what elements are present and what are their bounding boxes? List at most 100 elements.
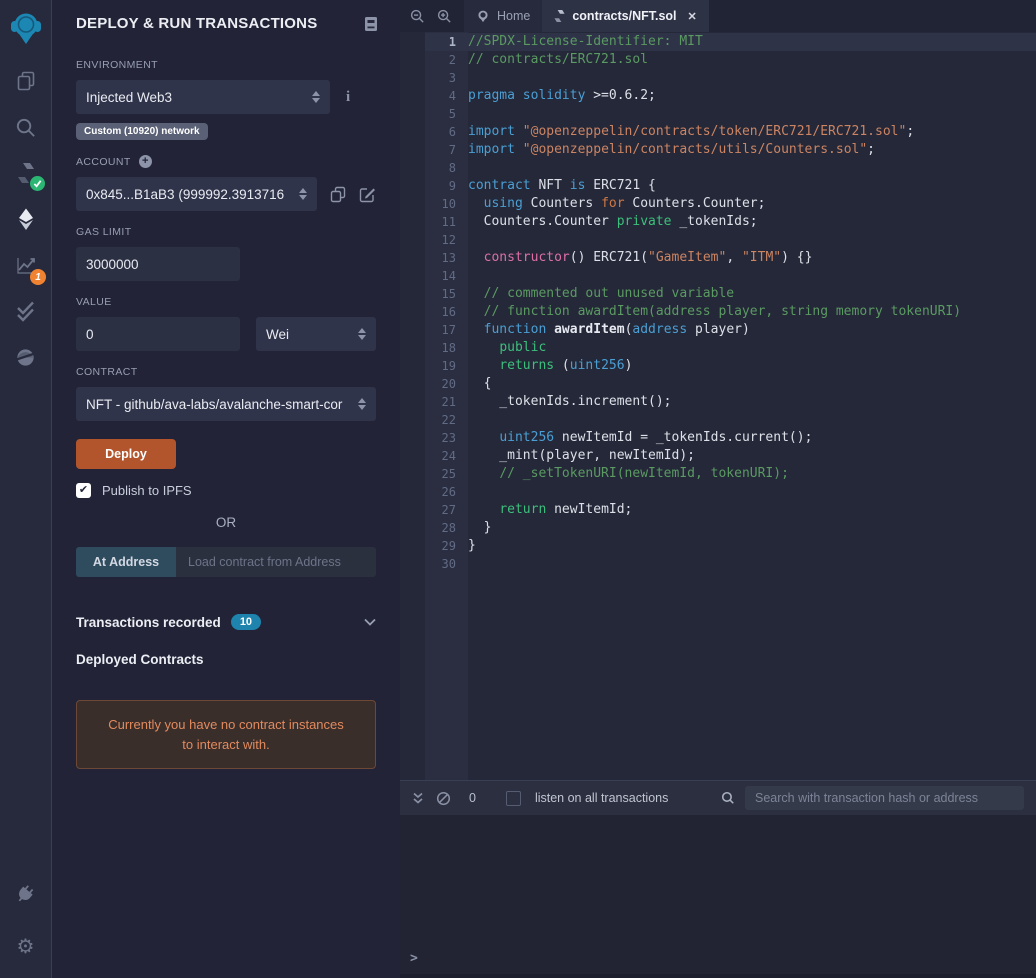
code-line[interactable]: 9 contract NFT is ERC721 { xyxy=(425,177,1036,195)
at-address-row: At Address xyxy=(76,547,376,577)
code-line[interactable]: 13 constructor() ERC721("GameItem", "ITM… xyxy=(425,249,1036,267)
documentation-icon[interactable] xyxy=(364,16,378,32)
code-line[interactable]: 7 import "@openzeppelin/contracts/utils/C… xyxy=(425,141,1036,159)
line-number: 15 xyxy=(441,287,456,301)
solidity-file-icon xyxy=(554,10,565,22)
home-tab-icon xyxy=(478,10,488,23)
value-group: VALUE 0 Wei xyxy=(76,296,376,351)
select-stepper-icon xyxy=(358,328,366,340)
chevron-down-icon[interactable] xyxy=(364,618,376,626)
at-address-button[interactable]: At Address xyxy=(76,547,176,577)
code-line[interactable]: 24 _mint(player, newItemId); xyxy=(425,447,1036,465)
code-line[interactable]: 14 xyxy=(425,267,1036,285)
code-line[interactable]: 16 // function awardItem(address player,… xyxy=(425,303,1036,321)
code-line[interactable]: 12 xyxy=(425,231,1036,249)
select-stepper-icon xyxy=(358,398,366,410)
plugin-circle-icon[interactable] xyxy=(0,334,51,380)
code-line[interactable]: 29} xyxy=(425,537,1036,555)
add-account-icon[interactable]: + xyxy=(138,155,152,168)
file-explorer-icon[interactable] xyxy=(0,58,51,104)
zoom-out-icon[interactable] xyxy=(410,9,425,24)
gas-limit-input[interactable]: 3000000 xyxy=(76,247,240,281)
environment-select[interactable]: Injected Web3 xyxy=(76,80,330,114)
contract-group: CONTRACT NFT - github/ava-labs/avalanche… xyxy=(76,366,376,421)
publish-ipfs-row: Publish to IPFS xyxy=(76,483,376,498)
line-number: 11 xyxy=(441,215,456,229)
expand-terminal-icon[interactable] xyxy=(412,792,424,805)
value-unit-select[interactable]: Wei xyxy=(256,317,376,351)
line-number: 26 xyxy=(441,485,456,499)
code-line[interactable]: 22 xyxy=(425,411,1036,429)
code-lines: 1//SPDX-License-Identifier: MIT 2// contr… xyxy=(425,33,1036,573)
deployed-contracts-heading: Deployed Contracts xyxy=(76,652,204,667)
search-icon[interactable] xyxy=(0,104,51,150)
account-label: ACCOUNT xyxy=(76,155,131,168)
terminal-output[interactable]: > xyxy=(400,815,1036,978)
clear-console-icon[interactable] xyxy=(436,791,451,806)
pending-tx-count: 0 xyxy=(469,791,476,805)
main-column: Home contracts/NFT.sol ✕ 1//SPDX-License… xyxy=(400,0,1036,978)
listen-transactions-checkbox[interactable] xyxy=(505,790,521,806)
at-address-input[interactable] xyxy=(176,547,376,577)
value-amount: 0 xyxy=(86,326,94,342)
line-number: 5 xyxy=(448,107,456,121)
plugin-manager-icon[interactable] xyxy=(0,870,51,916)
code-line[interactable]: 25 // _setTokenURI(newItemId, tokenURI); xyxy=(425,465,1036,483)
code-line[interactable]: 30 xyxy=(425,555,1036,573)
tab-home[interactable]: Home xyxy=(464,0,543,32)
analytics-icon[interactable]: 1 xyxy=(0,242,51,288)
code-line[interactable]: 5 xyxy=(425,105,1036,123)
code-line[interactable]: 21 _tokenIds.increment(); xyxy=(425,393,1036,411)
code-editor[interactable]: 1//SPDX-License-Identifier: MIT 2// contr… xyxy=(400,32,1036,780)
analytics-notification-badge: 1 xyxy=(30,269,46,285)
solidity-compiler-icon[interactable] xyxy=(0,150,51,196)
remix-ide: 1 ⚙ DEPLOY & RUN TRANSACTIONS ENVIRONMEN… xyxy=(0,0,1036,978)
tab-nft-sol[interactable]: contracts/NFT.sol ✕ xyxy=(542,0,709,32)
zoom-in-icon[interactable] xyxy=(437,9,452,24)
code-line[interactable]: 28 } xyxy=(425,519,1036,537)
gas-limit-label: GAS LIMIT xyxy=(76,226,132,238)
code-line[interactable]: 1//SPDX-License-Identifier: MIT xyxy=(425,33,1036,51)
code-line[interactable]: 15 // commented out unused variable xyxy=(425,285,1036,303)
code-line[interactable]: 6 import "@openzeppelin/contracts/token/E… xyxy=(425,123,1036,141)
copy-account-icon[interactable] xyxy=(330,186,346,203)
remix-logo-icon[interactable] xyxy=(0,0,51,58)
line-number: 19 xyxy=(441,359,456,373)
contract-select[interactable]: NFT - github/ava-labs/avalanche-smart-co… xyxy=(76,387,376,421)
line-number: 8 xyxy=(448,161,456,175)
code-line[interactable]: 17 function awardItem(address player) xyxy=(425,321,1036,339)
line-number: 20 xyxy=(441,377,456,391)
code-line[interactable]: 4 pragma solidity >=0.6.2; xyxy=(425,87,1036,105)
terminal-search-input[interactable] xyxy=(745,786,1024,810)
static-analysis-icon[interactable] xyxy=(0,288,51,334)
code-line[interactable]: 19 returns (uint256) xyxy=(425,357,1036,375)
code-line[interactable]: 26 xyxy=(425,483,1036,501)
network-badge: Custom (10920) network xyxy=(76,123,208,140)
code-line[interactable]: 2// contracts/ERC721.sol xyxy=(425,51,1036,69)
code-line[interactable]: 10 using Counters for Counters.Counter; xyxy=(425,195,1036,213)
code-line[interactable]: 27 return newItemId; xyxy=(425,501,1036,519)
code-line[interactable]: 20 { xyxy=(425,375,1036,393)
code-line[interactable]: 11 Counters.Counter private _tokenIds; xyxy=(425,213,1036,231)
transactions-recorded-row[interactable]: Transactions recorded 10 xyxy=(76,614,376,630)
close-tab-icon[interactable]: ✕ xyxy=(688,10,697,23)
environment-label: ENVIRONMENT xyxy=(76,59,158,71)
code-line[interactable]: 18 public xyxy=(425,339,1036,357)
edit-account-icon[interactable] xyxy=(359,186,376,203)
terminal-toolbar: 0 listen on all transactions xyxy=(400,781,1036,815)
deploy-and-run-icon[interactable] xyxy=(0,196,51,242)
deploy-button[interactable]: Deploy xyxy=(76,439,176,469)
gas-limit-value: 3000000 xyxy=(86,256,139,272)
active-tab-label: contracts/NFT.sol xyxy=(572,9,677,23)
code-line[interactable]: 8 xyxy=(425,159,1036,177)
value-input[interactable]: 0 xyxy=(76,317,240,351)
publish-ipfs-checkbox[interactable] xyxy=(76,483,91,498)
code-line[interactable]: 23 uint256 newItemId = _tokenIds.current… xyxy=(425,429,1036,447)
environment-info-icon[interactable]: i xyxy=(346,89,350,106)
listen-transactions-label: listen on all transactions xyxy=(534,791,669,805)
account-select[interactable]: 0x845...B1aB3 (999992.3913716 xyxy=(76,177,317,211)
panel-title: DEPLOY & RUN TRANSACTIONS xyxy=(76,15,318,32)
settings-icon[interactable]: ⚙ xyxy=(0,924,51,970)
line-number: 18 xyxy=(441,341,456,355)
code-line[interactable]: 3 xyxy=(425,69,1036,87)
